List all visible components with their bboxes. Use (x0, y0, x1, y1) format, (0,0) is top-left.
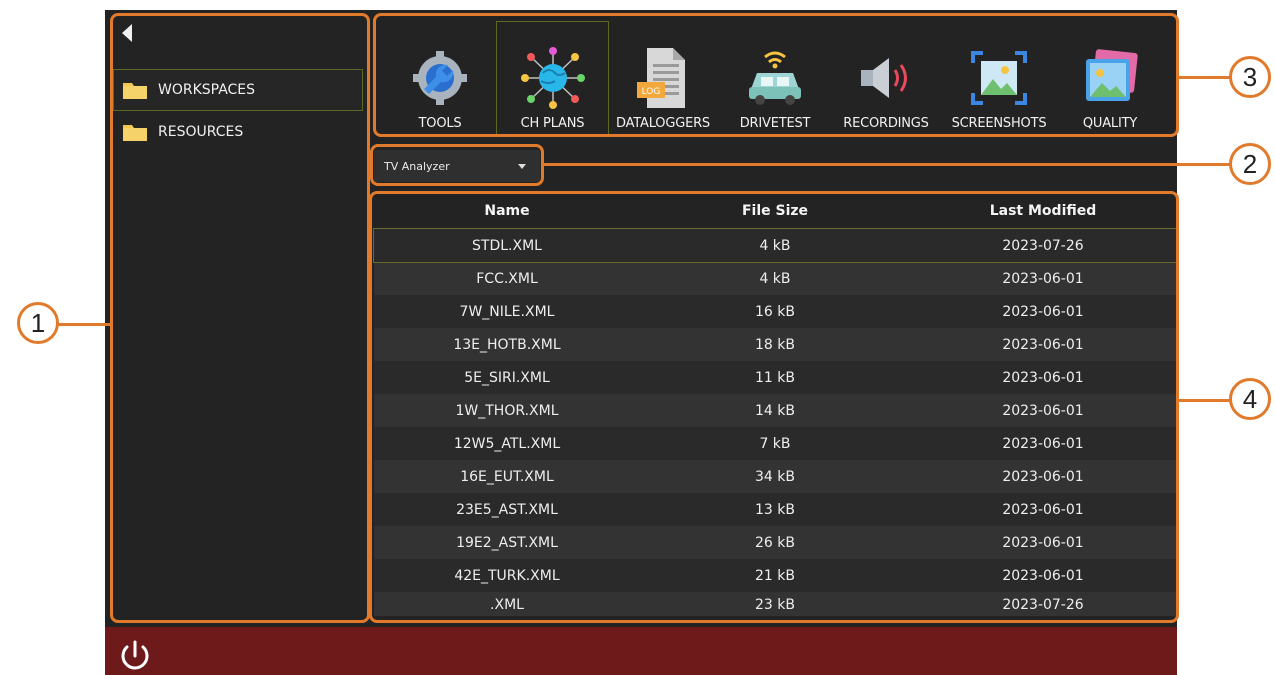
callout-marker-1: 1 (17, 302, 59, 344)
callout-line-2 (544, 163, 1230, 166)
power-icon[interactable] (116, 637, 154, 675)
callout-box-3 (373, 13, 1179, 137)
callout-line-1 (58, 323, 110, 326)
bottom-bar (105, 627, 1177, 675)
callout-marker-4: 4 (1229, 378, 1271, 420)
callout-box-2 (370, 144, 544, 186)
callout-box-1 (110, 13, 370, 623)
callout-line-3 (1179, 76, 1230, 79)
callout-line-4 (1179, 399, 1230, 402)
callout-marker-3: 3 (1229, 56, 1271, 98)
callout-box-4 (369, 191, 1179, 623)
callout-marker-2: 2 (1229, 143, 1271, 185)
